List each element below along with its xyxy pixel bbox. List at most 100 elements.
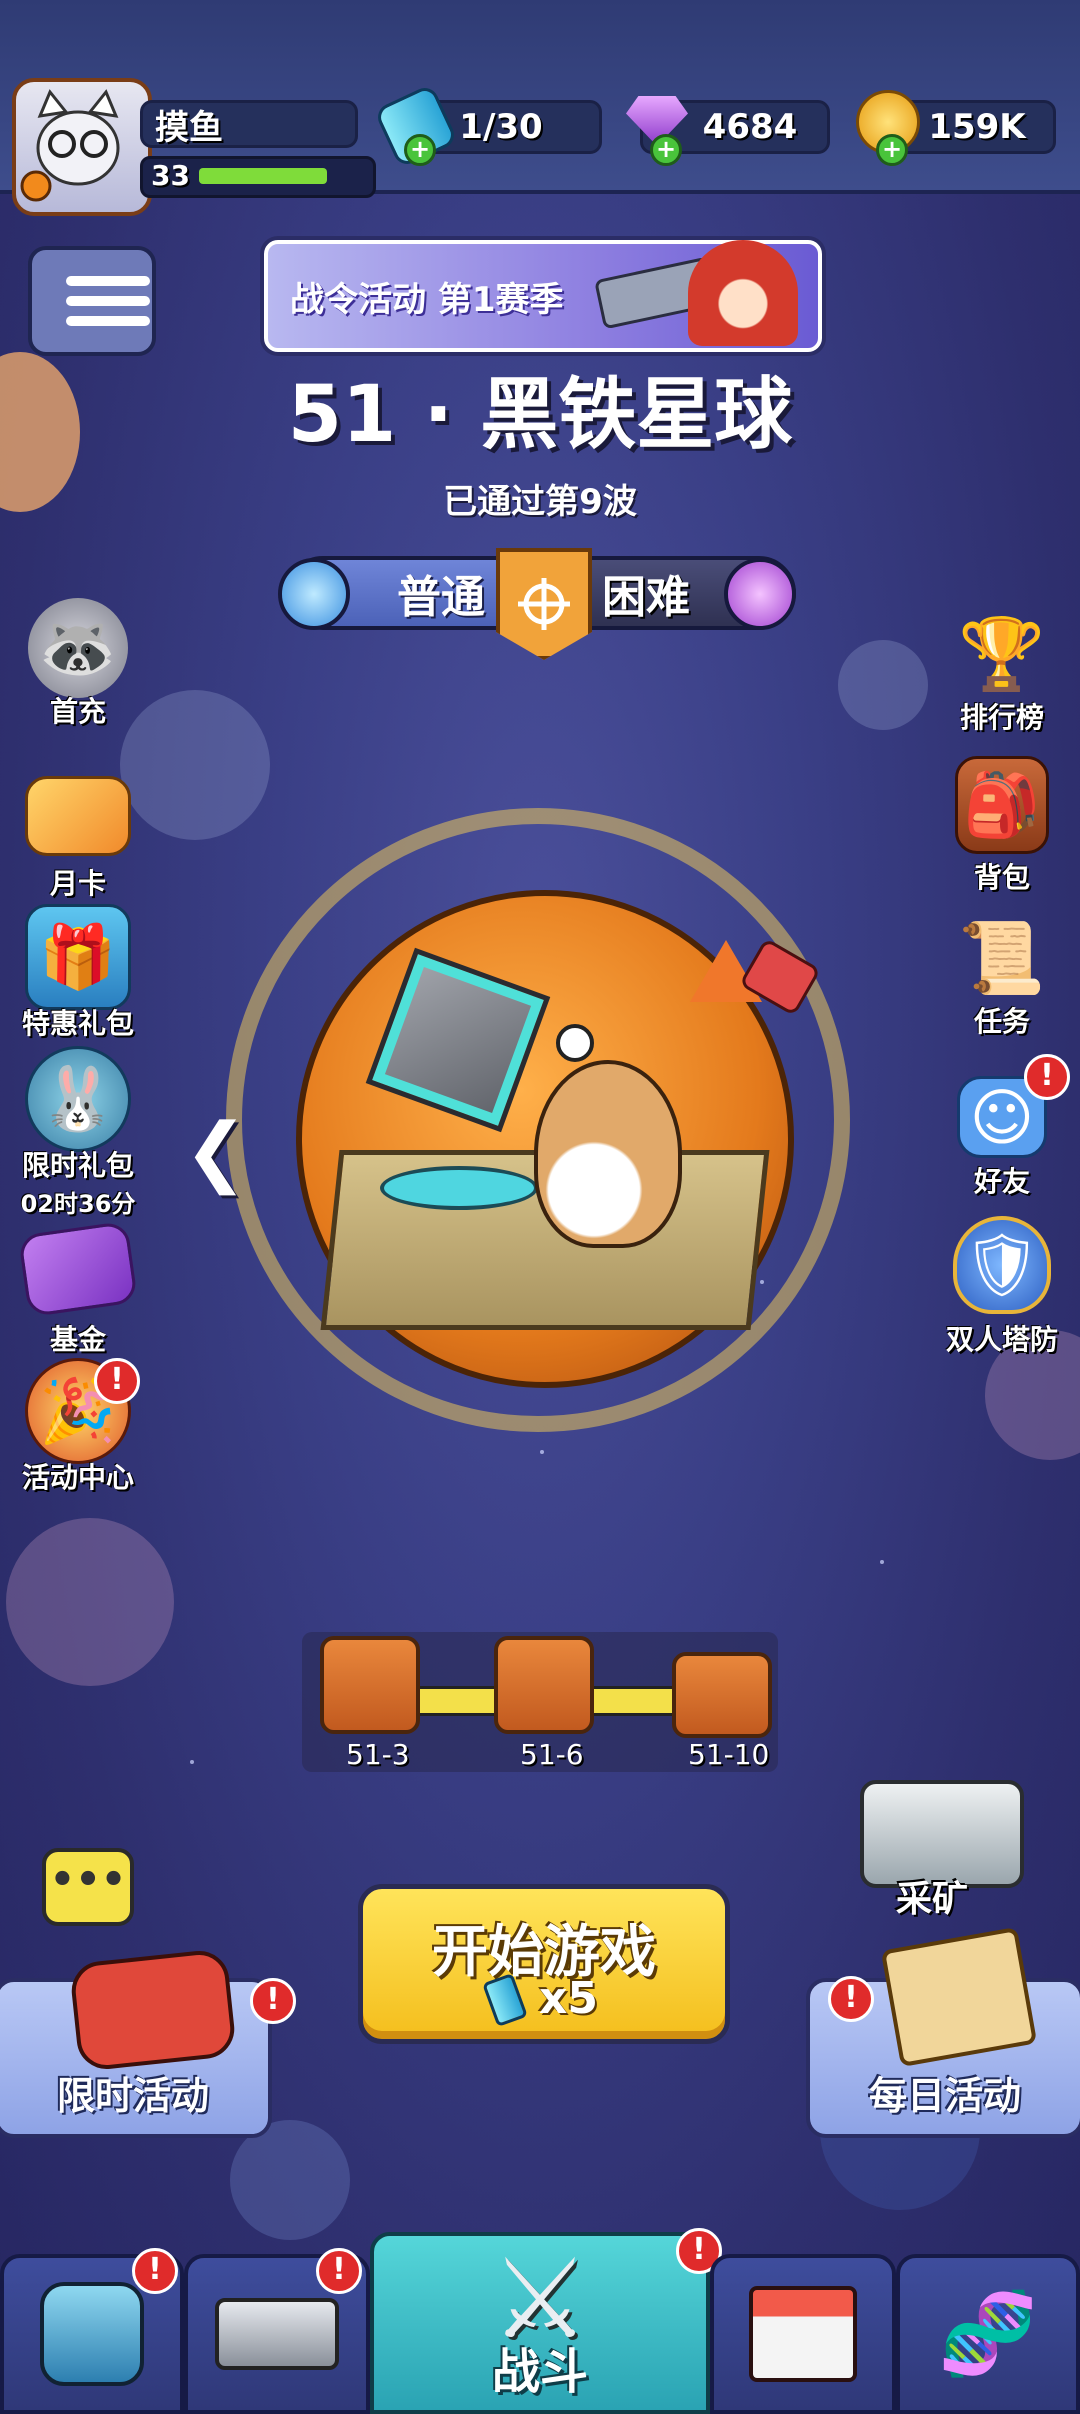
difficulty-hard-label: 困难: [602, 572, 690, 623]
background-planet: [838, 640, 928, 730]
friends-button[interactable]: ☺ 好友 !: [932, 1054, 1072, 1200]
difficulty-selector: 普通 困难: [278, 548, 796, 660]
coop-tower-defense-button[interactable]: 🛡 双人塔防: [932, 1216, 1072, 1358]
mining-label: 采矿: [896, 1879, 969, 1920]
raccoon-icon: 🦝: [28, 598, 128, 698]
menu-line: [92, 316, 150, 326]
month-card-icon: [25, 776, 131, 856]
start-game-button[interactable]: 开始游戏 x5: [358, 1884, 730, 2044]
event-center-button[interactable]: 🎉 活动中心 !: [8, 1358, 148, 1496]
nav-weapons-badge: !: [316, 2248, 362, 2294]
special-pack-button[interactable]: 🎁 特惠礼包: [8, 904, 148, 1042]
reward-chest[interactable]: [672, 1652, 772, 1738]
friends-label: 好友: [973, 1165, 1030, 1198]
scroll-icon: 📜: [958, 916, 1046, 999]
background-planet: [230, 2120, 350, 2240]
player-name-pill: 摸鱼: [140, 100, 358, 148]
event-center-badge: !: [94, 1358, 140, 1404]
bunny-jeep-icon: 🐰: [25, 1046, 131, 1152]
star: [880, 1560, 884, 1564]
player-name: 摸鱼: [155, 107, 223, 148]
friends-badge: !: [1024, 1054, 1070, 1100]
fund-button[interactable]: 基金: [8, 1218, 148, 1358]
fund-label: 基金: [49, 1323, 106, 1356]
start-game-cost: x5: [539, 1973, 598, 2024]
month-card-button[interactable]: 月卡: [8, 762, 148, 902]
coop-tower-defense-label: 双人塔防: [945, 1323, 1058, 1356]
energy-value: 1/30: [459, 107, 543, 147]
xp-fill: [199, 168, 327, 184]
leaderboard-label: 排行榜: [959, 701, 1044, 734]
pistol-icon: [215, 2298, 339, 2370]
limited-pack-timer: 02时36分: [20, 1190, 136, 1218]
red-hair-girl-icon: [688, 240, 798, 346]
tasks-button[interactable]: 📜 任务: [932, 908, 1072, 1040]
shield-badge-icon: 🛡: [953, 1216, 1051, 1314]
prev-stage-arrow[interactable]: ❮: [184, 1106, 248, 1195]
add-energy-button[interactable]: +: [404, 134, 436, 166]
backpack-label: 背包: [973, 861, 1030, 894]
nav-genes-tab[interactable]: 🧬: [896, 2254, 1080, 2414]
backpack-button[interactable]: 🎒 背包: [932, 756, 1072, 896]
stage-progress: 已通过第9波: [443, 482, 637, 522]
daily-event-label: 每日活动: [868, 2074, 1021, 2118]
special-pack-label: 特惠礼包: [21, 1007, 134, 1040]
teleporter-pad: [380, 1166, 538, 1210]
gamepad-icon: [68, 1948, 238, 2072]
purple-ticket-icon: [17, 1220, 139, 1318]
crosshair-icon: [496, 548, 592, 660]
add-gems-button[interactable]: +: [650, 134, 682, 166]
battle-pass-text: 战令活动 第1赛季: [290, 280, 564, 320]
nav-battle-tab[interactable]: ⚔ 战斗: [370, 2232, 710, 2414]
tasks-label: 任务: [973, 1005, 1030, 1038]
battle-pass-banner[interactable]: 战令活动 第1赛季: [264, 240, 822, 352]
chest-label: 51-10: [688, 1738, 770, 1771]
event-center-label: 活动中心: [21, 1461, 134, 1494]
armor-icon: [40, 2282, 144, 2386]
blue-diamond-icon: [278, 558, 350, 630]
reward-chest[interactable]: [494, 1636, 594, 1734]
limited-event-panel[interactable]: 限时活动: [0, 1948, 272, 2138]
star: [190, 1760, 194, 1764]
background-planet: [6, 1518, 174, 1686]
leaderboard-button[interactable]: 🏆 排行榜: [932, 604, 1072, 736]
stage-title: 51 · 黑铁星球: [287, 370, 793, 460]
add-gold-button[interactable]: +: [876, 134, 908, 166]
chest-label: 51-6: [520, 1738, 584, 1771]
gift-box-icon: 🎁: [25, 904, 131, 1010]
shop-stall-icon: [749, 2286, 857, 2382]
slug-eye-icon: [556, 1024, 594, 1062]
slug-monster-icon: [534, 1060, 682, 1248]
nav-battle-label: 战斗: [491, 2344, 588, 2400]
limited-pack-button[interactable]: 🐰 限时礼包 02时36分: [8, 1046, 148, 1219]
backpack-icon: 🎒: [955, 756, 1049, 854]
player-level: 33: [151, 159, 190, 192]
main-menu-button[interactable]: [28, 246, 156, 356]
chat-bubble-icon: •••: [49, 1857, 127, 1903]
menu-line: [92, 296, 150, 306]
reward-chest[interactable]: [320, 1636, 420, 1734]
limited-event-badge: !: [250, 1978, 296, 2024]
limited-pack-label: 限时礼包: [21, 1149, 134, 1182]
dna-icon: 🧬: [938, 2287, 1038, 2380]
first-recharge-button[interactable]: 🦝 首充: [8, 598, 148, 730]
player-avatar[interactable]: [12, 78, 152, 216]
difficulty-normal-label: 普通: [397, 572, 485, 623]
level-bar: 33: [140, 156, 376, 198]
star: [540, 1450, 544, 1454]
trophy-icon: 🏆: [958, 612, 1046, 695]
mining-button[interactable]: 采矿: [820, 1780, 1030, 1920]
gold-value: 159K: [928, 107, 1026, 147]
cat-avatar-icon: [20, 89, 120, 202]
chest-label: 51-3: [346, 1738, 410, 1771]
month-card-label: 月卡: [49, 867, 106, 900]
limited-event-label: 限时活动: [56, 2074, 209, 2118]
treasure-map-icon: [880, 1926, 1038, 2068]
bottom-navigation: ! ! ⚔ 战斗 ! 🧬: [0, 2228, 1080, 2414]
first-recharge-label: 首充: [49, 695, 106, 728]
nav-armor-badge: !: [132, 2248, 178, 2294]
chat-button[interactable]: •••: [42, 1848, 134, 1926]
purple-diamond-icon: [724, 558, 796, 630]
gems-value: 4684: [702, 107, 798, 147]
nav-shop-tab[interactable]: [710, 2254, 896, 2414]
